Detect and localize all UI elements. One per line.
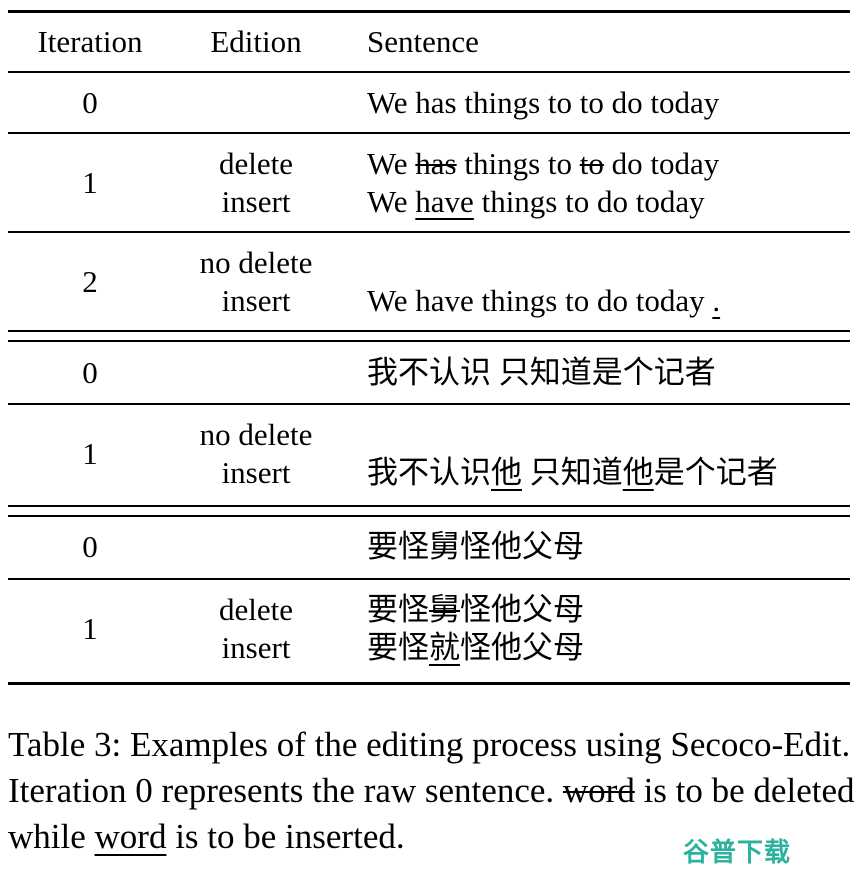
iteration-cell: 1: [82, 611, 98, 646]
bottom-rule: [8, 682, 850, 685]
edition-cell: insert: [221, 455, 291, 490]
row-rule: [8, 231, 850, 233]
inserted-token: 就: [429, 630, 460, 665]
iteration-cell: 2: [82, 264, 98, 299]
sentence-line: 要怪舅怪他父母: [367, 528, 584, 566]
sentence-text: 我不认识 只知道是个记者: [367, 355, 716, 390]
watermark-logo: 谷普下载: [683, 838, 792, 868]
row-rule: [8, 132, 850, 134]
sentence-text: do today: [603, 146, 720, 181]
edition-cell: delete: [218, 146, 293, 181]
group-double-rule-bottom: [8, 515, 850, 517]
deleted-token: 舅: [429, 592, 460, 627]
sentence-text: 要怪: [367, 630, 429, 665]
row-rule: [8, 403, 850, 405]
sentence-line: We have things to do today .: [367, 282, 720, 320]
sentence-line: 我不认识 只知道是个记者: [367, 354, 716, 392]
inserted-token: have: [415, 184, 474, 219]
edition-cell: delete: [218, 592, 293, 627]
caption-text: is to be inserted.: [166, 817, 405, 856]
sentence-line: 我不认识他 只知道他是个记者: [367, 454, 778, 492]
group-double-rule-top: [8, 505, 850, 507]
inserted-token: 他: [491, 455, 522, 490]
sentence-text: 是个记者: [653, 455, 778, 490]
sentence-text: 要怪舅怪他父母: [367, 529, 584, 564]
sentence-line: 要怪舅怪他父母: [367, 591, 584, 629]
iteration-cell: 0: [82, 85, 98, 120]
edition-cell: insert: [221, 283, 291, 318]
deleted-token: has: [415, 146, 457, 181]
edition-cell: no delete: [199, 417, 313, 452]
header-iteration: Iteration: [37, 24, 143, 59]
inserted-token: 他: [622, 455, 654, 490]
edition-cell: no delete: [199, 245, 313, 280]
sentence-text: 我不认识: [367, 455, 491, 490]
inserted-token: .: [712, 283, 721, 318]
sentence-text: 怪他父母: [460, 592, 584, 627]
group-double-rule-top: [8, 330, 850, 332]
sentence-text: 怪他父母: [460, 630, 584, 665]
iteration-cell: 1: [82, 436, 98, 471]
sentence-line: We has things to to do today: [367, 145, 719, 183]
header-rule: [8, 71, 850, 73]
deleted-token: to: [579, 146, 604, 181]
sentence-line: We have things to do today: [367, 183, 705, 221]
sentence-text: 只知道: [522, 455, 623, 490]
sentence-text: things to do today: [473, 184, 705, 219]
caption-deleted-example: word: [562, 771, 635, 810]
top-rule: [8, 10, 850, 13]
sentence-text: We have things to do today: [367, 283, 713, 318]
iteration-cell: 0: [82, 355, 98, 390]
edition-cell: insert: [221, 184, 291, 219]
edition-cell: insert: [221, 630, 291, 665]
sentence-line: We has things to to do today: [367, 84, 719, 122]
caption-inserted-example: word: [94, 817, 167, 856]
sentence-text: 要怪: [367, 592, 429, 627]
header-sentence: Sentence: [367, 24, 479, 59]
group-double-rule-bottom: [8, 340, 850, 342]
sentence-text: We: [367, 146, 416, 181]
sentence-line: 要怪就怪他父母: [367, 629, 584, 667]
iteration-cell: 0: [82, 529, 98, 564]
sentence-text: things to: [456, 146, 580, 181]
sentence-text: We: [367, 184, 416, 219]
sentence-text: We has things to to do today: [367, 85, 720, 120]
row-rule: [8, 578, 850, 580]
header-edition: Edition: [210, 24, 302, 59]
iteration-cell: 1: [82, 165, 98, 200]
